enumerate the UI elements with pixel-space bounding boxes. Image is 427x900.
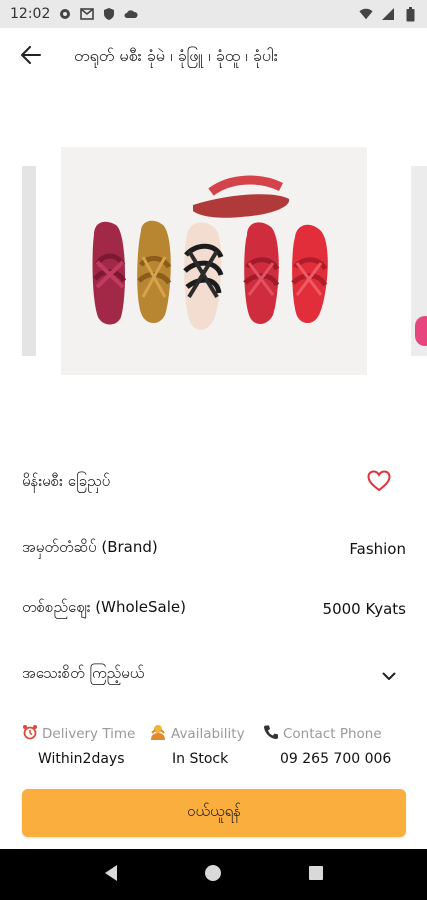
chevron-down-icon (382, 666, 396, 685)
circle-home-icon (204, 864, 222, 886)
details-label: အသေးစိတ် ကြည့်မယ် (22, 664, 145, 682)
previous-image-peek[interactable] (22, 166, 36, 356)
delivery-info: Delivery Time Within2days (22, 724, 135, 767)
wifi-icon (359, 7, 373, 21)
image-carousel[interactable] (0, 140, 427, 380)
brand-label: အမှတ်တံဆိပ် (Brand) (22, 538, 158, 556)
brand-row: အမှတ်တံဆိပ် (Brand) Fashion (22, 535, 406, 563)
delivery-value: Within2days (38, 751, 125, 767)
triangle-back-icon (103, 864, 119, 886)
nav-home-button[interactable] (198, 860, 228, 890)
nav-back-button[interactable] (96, 860, 126, 890)
contact-label: Contact Phone (283, 726, 382, 742)
battery-icon (403, 6, 417, 21)
product-name-row: မိန်းမစီး ခြေညှပ် (22, 468, 406, 498)
favorite-button[interactable] (366, 470, 392, 496)
info-strip: Delivery Time Within2days Availability I… (22, 724, 406, 774)
brand-value: Fashion (349, 540, 406, 558)
person-icon (149, 724, 167, 744)
price-row: တစ်စည်ဈေး (WholeSale) 5000 Kyats (22, 595, 406, 623)
delivery-label: Delivery Time (42, 726, 136, 742)
product-name: မိန်းမစီး ခြေညှပ် (22, 472, 111, 490)
square-recents-icon (308, 865, 324, 885)
gmail-icon (80, 7, 95, 21)
buy-button[interactable]: ဝယ်ယူရန် (22, 789, 406, 837)
nav-recents-button[interactable] (301, 860, 331, 890)
page-title: တရုတ် မစီး ခုံမဲ ၊ ခုံဖြူ ၊ ခုံထူ ၊ ခုံပ… (74, 46, 278, 65)
arrow-left-icon (21, 46, 41, 68)
status-time: 12:02 (10, 6, 51, 22)
signal-icon (381, 7, 395, 21)
heart-icon (367, 470, 391, 496)
gear-icon (58, 7, 72, 21)
contact-info[interactable]: Contact Phone 09 265 700 006 (263, 724, 391, 767)
price-label: တစ်စည်ဈေး (WholeSale) (22, 598, 186, 616)
price-value: 5000 Kyats (322, 600, 406, 618)
availability-value: In Stock (172, 751, 229, 767)
next-image-peek[interactable] (411, 166, 427, 356)
details-toggle[interactable]: အသေးစိတ် ကြည့်မယ် (22, 660, 406, 690)
product-image[interactable] (61, 147, 367, 375)
status-bar: 12:02 (0, 0, 427, 28)
back-button[interactable] (14, 40, 48, 74)
contact-value[interactable]: 09 265 700 006 (280, 751, 391, 767)
phone-icon (263, 724, 279, 744)
cloud-icon (124, 7, 138, 21)
system-nav-bar (0, 849, 427, 900)
expand-details-button[interactable] (378, 664, 400, 686)
app-bar: တရုတ် မစီး ခုံမဲ ၊ ခုံဖြူ ၊ ခုံထူ ၊ ခုံပ… (0, 28, 427, 86)
availability-info: Availability In Stock (149, 724, 245, 767)
availability-label: Availability (171, 726, 245, 742)
shield-icon (102, 7, 116, 21)
alarm-clock-icon (22, 724, 38, 744)
